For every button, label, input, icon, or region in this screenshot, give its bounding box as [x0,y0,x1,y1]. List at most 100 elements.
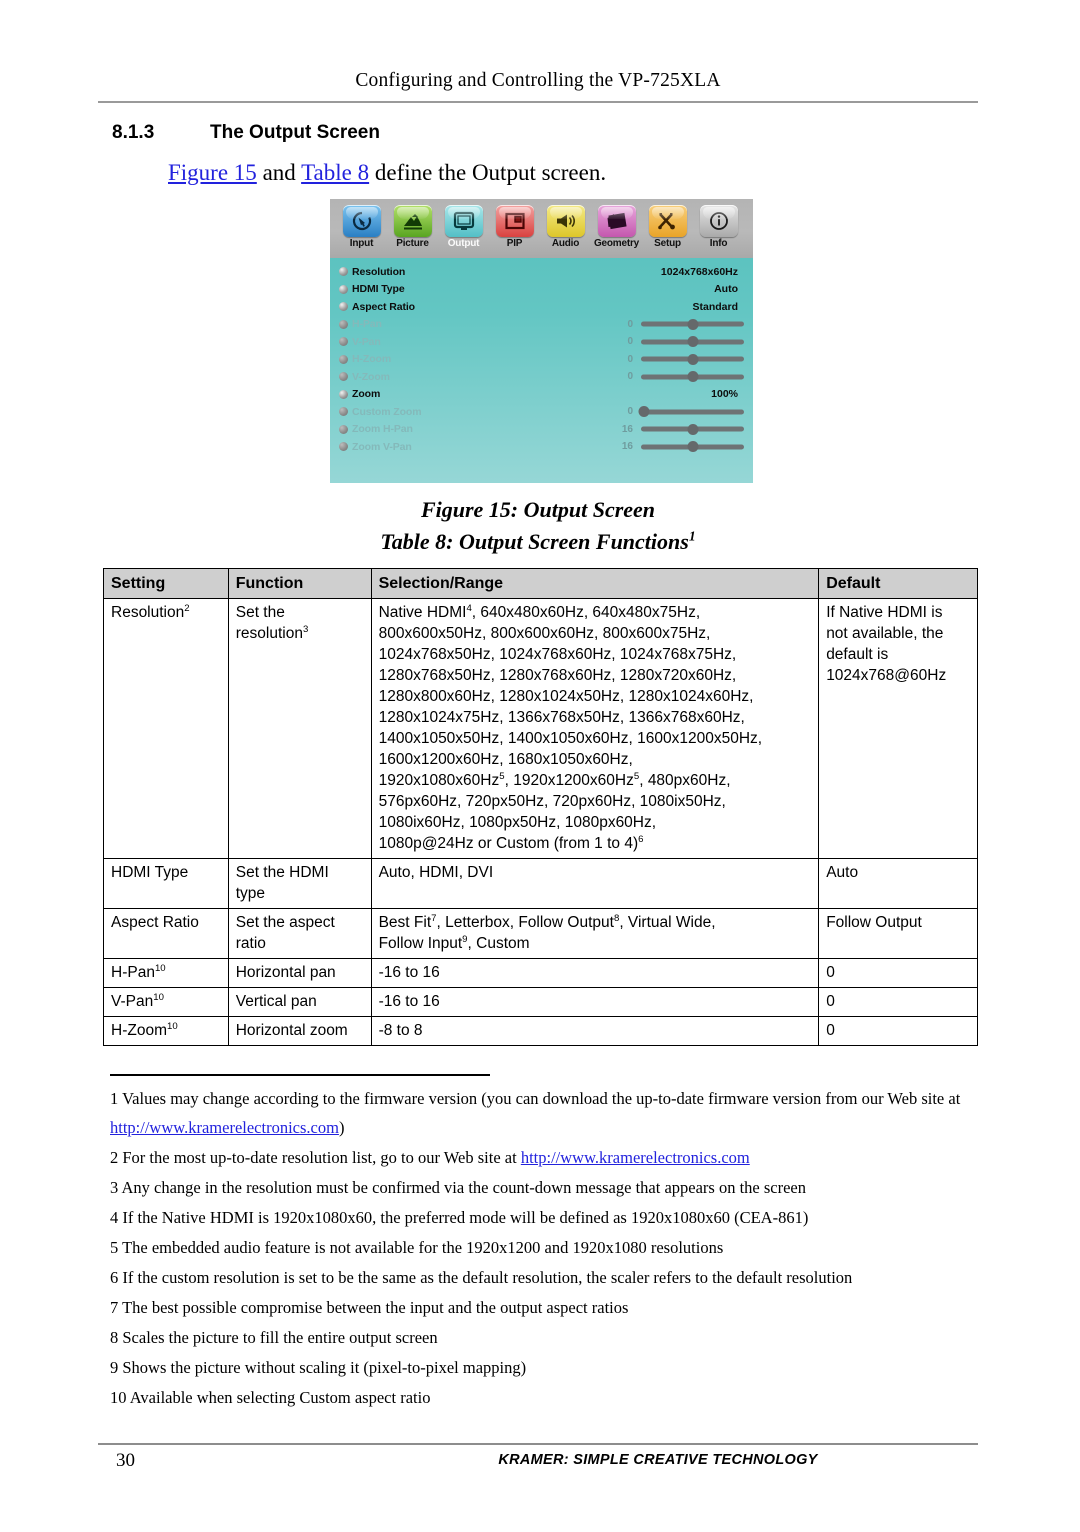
bullet-icon [339,424,348,434]
cell-function: Vertical pan [227,987,372,1017]
cell-selection-range: Native HDMI4, 640x480x60Hz, 640x480x75Hz… [370,598,820,859]
osd-row-zoom[interactable]: Zoom 100% [339,386,744,404]
osd-row-number: 0 [627,318,633,330]
osd-row-value: 1024x768x60Hz [660,265,738,278]
bullet-icon [339,354,348,364]
cell-setting: HDMI Type [103,858,229,909]
bullet-icon [339,284,348,294]
osd-row-label: Aspect Ratio [352,300,415,313]
osd-tab-audio[interactable]: Audio [540,203,591,250]
osd-tab-geometry[interactable]: Geometry [591,203,642,250]
footnote-link[interactable]: http://www.kramerelectronics.com [521,1148,750,1167]
footnote-7: 7 The best possible compromise between t… [110,1298,629,1317]
osd-row-slider[interactable] [638,406,744,418]
osd-slider-thumb[interactable] [687,353,698,365]
osd-tab-label: PIP [506,238,523,249]
table-8-link[interactable]: Table 8 [301,160,369,185]
osd-tab-label: Picture [396,238,429,249]
osd-slider-thumb[interactable] [687,423,698,435]
cell-selection-range: Auto, HDMI, DVI [370,858,820,909]
footer-brand-text: KRAMER: SIMPLE CREATIVE TECHNOLOGY [498,1452,818,1468]
osd-row-slider[interactable] [641,353,744,365]
cell-function: Set the aspect ratio [227,908,372,959]
column-header-function: Function [227,568,372,599]
osd-row-value: Auto [714,283,738,296]
cell-default: 0 [818,958,978,988]
osd-tab-label: Setup [654,238,681,249]
output-screen-osd-figure: Input Picture Output PIP Audio Geometry Setup I… [330,199,753,483]
osd-tab-label: Output [447,238,480,249]
osd-slider-thumb[interactable] [687,371,698,383]
cell-default: 0 [818,987,978,1017]
footnote-link[interactable]: http://www.kramerelectronics.com [110,1118,339,1137]
osd-row-zoom-v-pan[interactable]: Zoom V-Pan 16 [339,438,744,456]
osd-row-slider[interactable] [641,441,744,453]
osd-slider-thumb[interactable] [638,406,650,418]
osd-row-label: V-Pan [352,335,381,348]
figure-15-link[interactable]: Figure 15 [168,160,257,185]
osd-slider-thumb[interactable] [687,336,698,348]
info-circle-icon [699,205,738,237]
osd-row-zoom-h-pan[interactable]: Zoom H-Pan 16 [339,421,744,439]
osd-row-label: V-Zoom [352,370,390,383]
bullet-icon [339,442,348,452]
tools-icon [648,205,687,237]
figure-caption: Figure 15: Output Screen [420,497,656,522]
osd-row-v-zoom[interactable]: V-Zoom 0 [339,368,744,386]
document-page: Configuring and Controlling the VP-725XL… [0,0,1080,1532]
cell-default: If Native HDMI is not available, the defau… [818,598,978,859]
cell-function: Horizontal zoom [227,1016,372,1046]
osd-tab-label: Audio [551,238,580,249]
osd-tab-label: Geometry [593,238,640,249]
osd-row-slider[interactable] [641,371,744,383]
osd-tab-input[interactable]: Input [336,203,387,250]
footnote-3: 3 Any change in the resolution must be c… [110,1178,807,1197]
footnote-9: 9 Shows the picture without scaling it (… [110,1358,527,1377]
cell-setting: H-Pan10 [103,958,229,988]
table-row: H-Zoom10 Horizontal zoom -8 to 80 [103,1016,978,1046]
osd-row-h-pan[interactable]: H-Pan 0 [339,316,744,334]
osd-tab-picture[interactable]: Picture [387,203,438,250]
osd-row-number: 0 [627,353,633,365]
osd-row-label: Resolution [352,265,406,278]
osd-row-number: 0 [627,406,633,418]
osd-row-slider[interactable] [641,423,744,435]
osd-slider-thumb[interactable] [687,318,698,330]
osd-row-v-pan[interactable]: V-Pan 0 [339,333,744,351]
section-heading: 8.1.3 The Output Screen [112,122,380,144]
table-caption-footnote-ref: 1 [688,528,696,544]
osd-row-custom-zoom[interactable]: Custom Zoom 0 [339,403,744,421]
speaker-icon [546,205,585,237]
osd-row-aspect-ratio[interactable]: Aspect Ratio Standard [339,298,744,316]
osd-row-value: 100% [711,388,738,401]
bullet-icon [339,302,348,312]
osd-row-label: HDMI Type [352,283,405,296]
column-header-default: Default [818,568,978,599]
osd-tab-pip[interactable]: PIP [489,203,540,250]
osd-tab-setup[interactable]: Setup [642,203,693,250]
osd-tab-info[interactable]: Info [693,203,744,250]
osd-slider-thumb[interactable] [687,441,698,453]
table-caption: Table 8: Output Screen Functions1 [98,529,978,555]
footnote-2: 2 For the most up-to-date resolution lis… [110,1148,750,1167]
cell-setting: Aspect Ratio [103,908,229,959]
section-intro-text: Figure 15 and Table 8 define the Output … [168,160,606,186]
osd-row-slider[interactable] [641,318,744,330]
osd-tab-label: Info [709,238,728,249]
cell-default: Auto [818,858,978,909]
bullet-icon [339,319,348,329]
osd-row-resolution[interactable]: Resolution 1024x768x60Hz [339,263,744,281]
osd-row-hdmi-type[interactable]: HDMI Type Auto [339,281,744,299]
osd-tab-output[interactable]: Output [438,203,489,250]
osd-row-h-zoom[interactable]: H-Zoom 0 [339,351,744,369]
cell-function: Set the resolution3 [227,598,372,859]
osd-row-value: Standard [692,300,738,313]
osd-tab-label: Input [349,238,374,249]
column-header-selection-range: Selection/Range [370,568,820,599]
cell-setting: Resolution2 [103,598,229,859]
osd-row-slider[interactable] [641,336,744,348]
keystone-icon [597,205,636,237]
osd-row-number: 16 [621,441,633,453]
cell-selection-range: -16 to 16 [370,987,820,1017]
header-divider [98,101,978,103]
